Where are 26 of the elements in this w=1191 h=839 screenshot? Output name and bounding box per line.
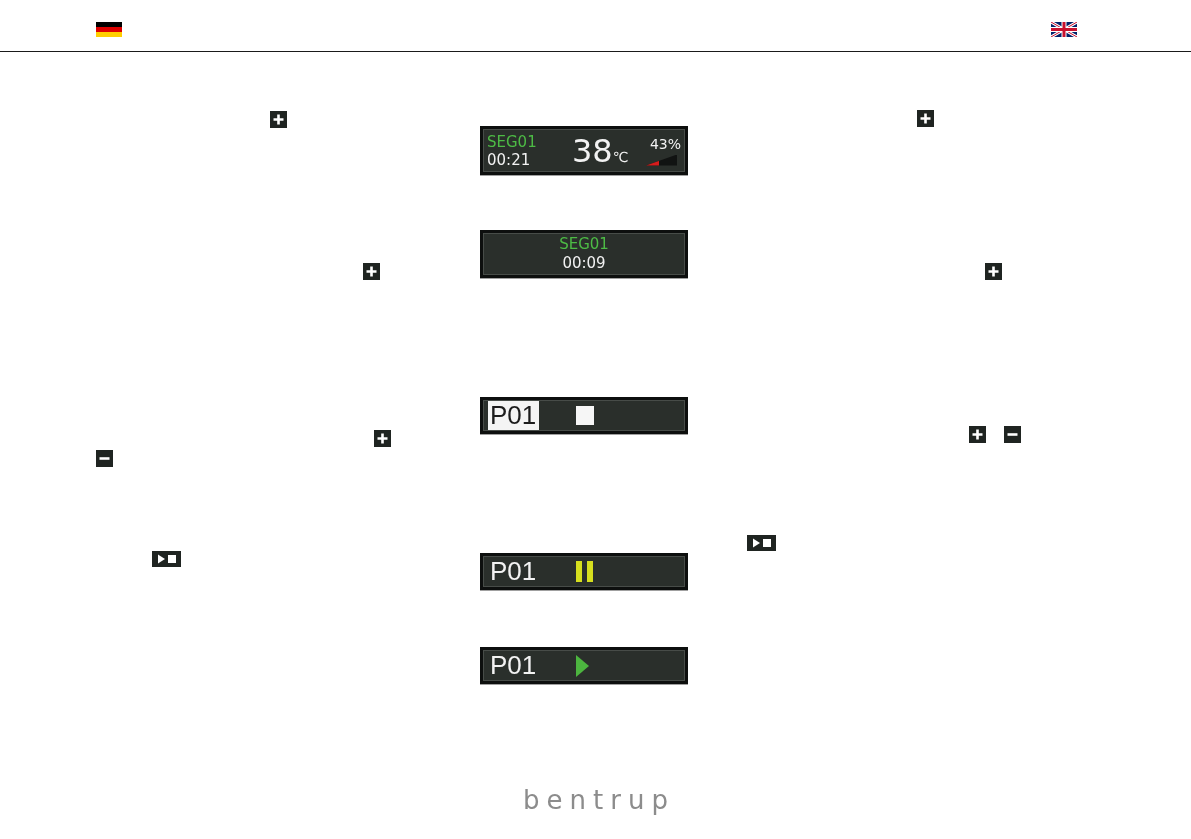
unit-label: ℃	[612, 148, 629, 165]
stop-icon	[576, 406, 595, 425]
german-flag-icon	[96, 22, 122, 37]
plus-icon	[917, 110, 934, 127]
program-label: P01	[489, 557, 538, 586]
segment-label: SEG01	[559, 235, 609, 254]
temperature-readout: 38	[572, 133, 613, 168]
plus-icon	[363, 263, 380, 280]
minus-icon	[1004, 426, 1021, 443]
timer-readout: 00:21	[487, 150, 532, 169]
power-readout: 43%	[649, 135, 681, 152]
plus-icon	[374, 430, 391, 447]
program-label: P01	[489, 651, 538, 680]
play-stop-icon	[747, 535, 776, 551]
uk-flag-icon	[1051, 22, 1077, 37]
timer-readout: 00:09	[562, 254, 606, 273]
plus-icon	[985, 263, 1002, 280]
plus-icon	[969, 426, 986, 443]
program-label: P01	[488, 401, 540, 430]
play-stop-icon	[152, 551, 181, 567]
segment-label: SEG01	[487, 132, 538, 151]
plus-icon	[270, 111, 287, 128]
brand-logo: bentrup	[522, 785, 675, 815]
play-icon	[576, 654, 590, 677]
pause-icon	[576, 561, 594, 582]
minus-icon	[96, 450, 113, 467]
